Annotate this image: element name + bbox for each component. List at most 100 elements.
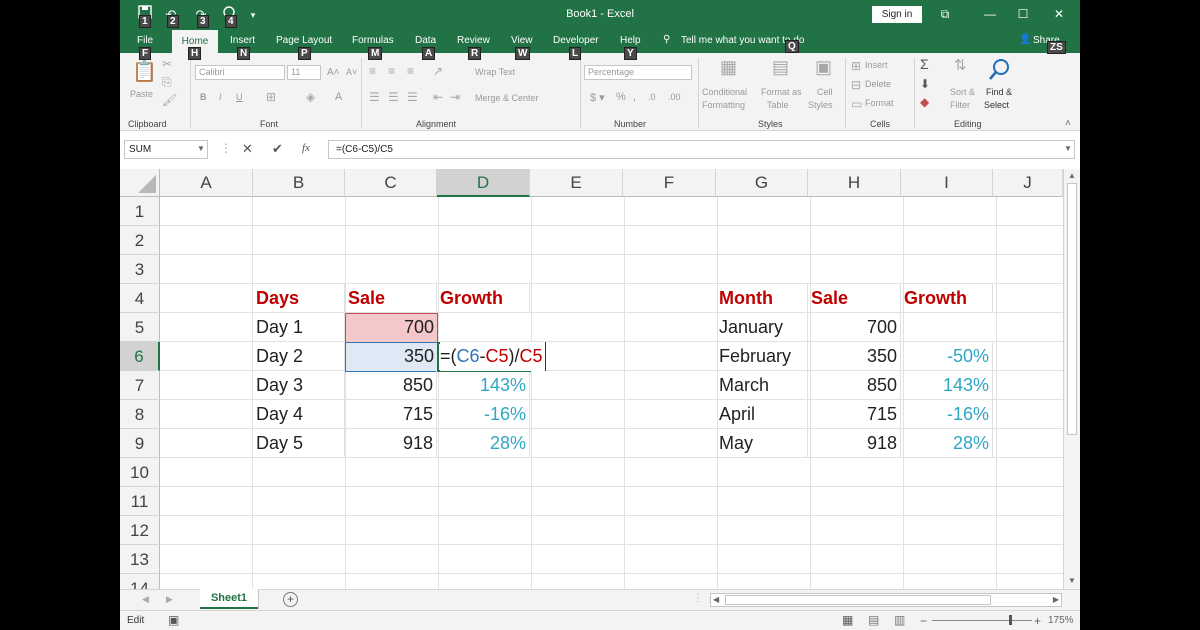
column-header[interactable]: H (808, 169, 901, 197)
sale-cell[interactable]: 715 (808, 400, 901, 429)
sale-cell[interactable]: 918 (808, 429, 901, 458)
formula-input[interactable]: =(C6-C5)/C5 (328, 140, 1075, 159)
top-align-icon[interactable]: ≡ (369, 64, 376, 78)
delete-cells-button[interactable]: Delete (865, 79, 891, 89)
horizontal-scrollbar[interactable]: ◀ ▶ (710, 593, 1062, 607)
sale-cell[interactable]: 850 (345, 371, 437, 400)
zoom-slider-thumb[interactable] (1009, 615, 1012, 625)
row-header[interactable]: 10 (120, 458, 160, 487)
row-header[interactable]: 4 (120, 284, 160, 313)
cancel-entry-icon[interactable]: ✕ (242, 141, 253, 157)
table-row-label[interactable]: April (716, 400, 808, 429)
sale-cell[interactable]: 715 (345, 400, 437, 429)
row-header[interactable]: 5 (120, 313, 160, 342)
horizontal-scroll-thumb[interactable] (725, 595, 991, 605)
table-row-label[interactable]: March (716, 371, 808, 400)
clear-icon[interactable]: ◆ (920, 95, 929, 109)
tab-view[interactable]: View (511, 35, 533, 46)
tab-insert[interactable]: Insert (230, 35, 255, 46)
sort-filter-label-2[interactable]: Filter (950, 100, 970, 110)
row-header[interactable]: 9 (120, 429, 160, 458)
fill-color-icon[interactable]: ◈ (306, 90, 315, 104)
font-color-icon[interactable]: A (335, 91, 342, 103)
expand-formula-bar-icon[interactable]: ▼ (1064, 144, 1072, 153)
scroll-right-icon[interactable]: ▶ (1053, 594, 1059, 606)
spreadsheet-grid[interactable]: A B C D E F G H I J 1 2 3 4 5 6 7 8 9 10… (120, 169, 1080, 589)
sale-cell[interactable]: 700 (345, 313, 437, 342)
sale-cell[interactable]: 350 (345, 342, 437, 371)
name-box[interactable]: SUM (124, 140, 208, 159)
italic-button[interactable]: I (219, 92, 222, 102)
number-format-box[interactable]: Percentage (584, 65, 692, 80)
column-header[interactable]: F (623, 169, 716, 197)
page-break-view-icon[interactable]: ▥ (894, 613, 905, 627)
table-row-label[interactable]: May (716, 429, 808, 458)
scroll-left-icon[interactable]: ◀ (713, 594, 719, 606)
decrease-indent-icon[interactable]: ⇤ (433, 90, 443, 104)
tab-review[interactable]: Review (457, 35, 490, 46)
vertical-scrollbar[interactable]: ▲ ▼ (1063, 169, 1080, 589)
column-header[interactable]: G (716, 169, 808, 197)
sale-cell[interactable]: 350 (808, 342, 901, 371)
insert-cells-button[interactable]: Insert (865, 60, 888, 70)
orientation-icon[interactable]: ↗ (433, 64, 443, 78)
decrease-decimal-icon[interactable]: .00 (668, 92, 681, 102)
minimize-button[interactable]: — (975, 5, 1005, 23)
row-header[interactable]: 11 (120, 487, 160, 516)
column-header[interactable]: B (253, 169, 345, 197)
header-growth[interactable]: Growth (437, 284, 530, 313)
insert-function-button[interactable]: fx (302, 142, 310, 154)
growth-cell[interactable]: 28% (437, 429, 530, 458)
select-all-corner[interactable] (120, 169, 160, 197)
font-size-box[interactable]: 11 (287, 65, 321, 80)
comma-icon[interactable]: , (633, 91, 636, 103)
sort-filter-icon[interactable]: ⇅ (954, 58, 967, 73)
bold-button[interactable]: B (200, 92, 207, 102)
table-row-label[interactable]: Day 2 (253, 342, 345, 371)
table-row-label[interactable]: Day 5 (253, 429, 345, 458)
growth-cell[interactable]: -16% (901, 400, 993, 429)
middle-align-icon[interactable]: ≡ (388, 64, 395, 78)
header-month[interactable]: Month (716, 284, 808, 313)
column-header[interactable]: E (530, 169, 623, 197)
collapse-ribbon-icon[interactable]: ˄ (1065, 118, 1071, 129)
vertical-scroll-thumb[interactable] (1067, 183, 1077, 435)
increase-indent-icon[interactable]: ⇥ (450, 90, 460, 104)
sign-in-button[interactable]: Sign in (872, 6, 922, 23)
tab-file[interactable]: File (137, 35, 153, 46)
row-header[interactable]: 6 (120, 342, 160, 371)
find-select-icon[interactable] (988, 57, 1012, 84)
new-sheet-button[interactable]: + (283, 592, 298, 607)
row-header[interactable]: 14 (120, 574, 160, 589)
format-as-table-label-1[interactable]: Format as (761, 87, 802, 97)
column-header[interactable]: A (160, 169, 253, 197)
column-header[interactable]: J (993, 169, 1063, 197)
format-as-table-icon[interactable]: ▤ (772, 58, 789, 76)
header-days[interactable]: Days (253, 284, 345, 313)
sort-filter-label-1[interactable]: Sort & (950, 87, 975, 97)
row-header[interactable]: 13 (120, 545, 160, 574)
increase-decimal-icon[interactable]: .0 (648, 92, 656, 102)
align-center-icon[interactable]: ☰ (388, 90, 399, 104)
growth-cell[interactable]: 28% (901, 429, 993, 458)
row-header[interactable]: 3 (120, 255, 160, 284)
tab-page-layout[interactable]: Page Layout (276, 35, 332, 46)
sale-cell[interactable]: 918 (345, 429, 437, 458)
sale-cell[interactable]: 700 (808, 313, 901, 342)
enter-entry-icon[interactable]: ✔ (272, 141, 283, 157)
page-layout-view-icon[interactable]: ▤ (868, 613, 879, 627)
normal-view-icon[interactable]: ▦ (842, 613, 853, 627)
cell-styles-label-2[interactable]: Styles (808, 100, 833, 110)
percent-icon[interactable]: % (616, 91, 626, 103)
zoom-in-icon[interactable]: + (1034, 614, 1041, 628)
underline-button[interactable]: U (236, 92, 243, 102)
align-right-icon[interactable]: ☰ (407, 90, 418, 104)
scroll-down-icon[interactable]: ▼ (1068, 576, 1076, 585)
sheet-tab-sheet1[interactable]: Sheet1 (200, 589, 258, 609)
conditional-formatting-label-2[interactable]: Formatting (702, 100, 745, 110)
row-header[interactable]: 8 (120, 400, 160, 429)
table-row-label[interactable]: Day 3 (253, 371, 345, 400)
zoom-level[interactable]: 175% (1048, 615, 1074, 626)
row-header[interactable]: 1 (120, 197, 160, 226)
header-sale[interactable]: Sale (808, 284, 901, 313)
